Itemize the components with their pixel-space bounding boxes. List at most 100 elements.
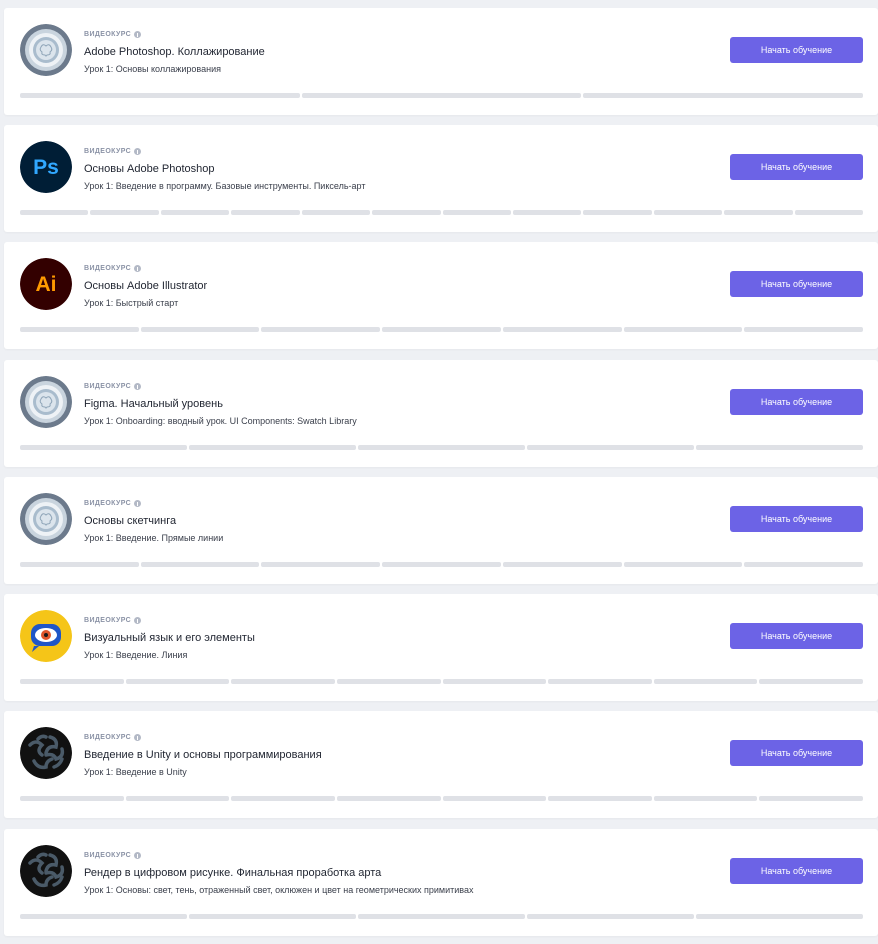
course-title[interactable]: Введение в Unity и основы программирован… [84,748,698,762]
course-title[interactable]: Визуальный язык и его элементы [84,631,698,645]
illustrator-icon-text: Ai [36,273,57,296]
course-type-label: ВИДЕОКУРС [84,30,132,38]
progress-segment [623,562,743,567]
progress-segment [382,327,501,332]
progress-segment [527,445,694,450]
progress-segment [759,679,863,684]
lesson-label: Урок 1: Основы коллажирования [84,64,221,74]
progress-segment [20,796,124,801]
progress-segment [231,679,335,684]
course-type-label: ВИДЕОКУРС [84,616,132,624]
progress-segment [160,210,230,215]
progress-segment [512,210,582,215]
info-icon[interactable] [134,733,142,741]
lesson-progress-bar [20,796,863,801]
progress-segment [623,327,743,332]
lesson-progress-bar [20,914,863,919]
course-card: ВИДЕОКУРС Figma. Начальный уровень Урок … [4,360,878,467]
progress-segment [231,210,300,215]
info-icon[interactable] [134,851,142,859]
default-course-icon [20,376,72,428]
lesson-progress-bar [20,93,864,98]
photoshop-icon-text: Ps [33,156,59,179]
progress-segment [261,562,381,567]
progress-segment [583,210,652,215]
progress-segment [442,679,547,684]
progress-segment [189,914,356,919]
progress-segment [90,210,159,215]
lesson-label: Урок 1: Введение в программу. Базовые ин… [84,181,366,191]
course-card: ВИДЕОКУРС Adobe Photoshop. Коллажировани… [4,8,878,115]
course-type-label: ВИДЕОКУРС [84,499,132,507]
progress-segment [20,210,89,215]
progress-segment [336,679,441,684]
start-learning-button[interactable]: Начать обучение [730,740,863,766]
progress-segment [653,679,758,684]
course-title[interactable]: Figma. Начальный уровень [84,397,698,411]
course-card: ВИДЕОКУРС Основы скетчинга Урок 1: Введе… [4,477,878,584]
progress-segment [20,445,187,450]
photoshop-icon: Ps [20,141,72,193]
progress-segment [261,327,381,332]
progress-segment [653,796,758,801]
course-title[interactable]: Основы Adobe Illustrator [84,279,698,293]
info-icon[interactable] [134,382,142,390]
start-learning-button[interactable]: Начать обучение [730,389,863,415]
start-learning-button[interactable]: Начать обучение [730,506,863,532]
progress-segment [744,327,864,332]
default-course-icon [20,493,72,545]
progress-segment [442,210,511,215]
progress-segment [20,562,139,567]
progress-segment [358,914,525,919]
progress-segment [358,445,525,450]
course-card: Ps ВИДЕОКУРС Основы Adobe Photoshop Урок… [4,125,878,232]
progress-segment [140,562,260,567]
start-learning-button[interactable]: Начать обучение [730,623,863,649]
start-learning-button[interactable]: Начать обучение [730,271,863,297]
info-icon[interactable] [134,30,142,38]
start-learning-button[interactable]: Начать обучение [730,154,863,180]
course-card: Ai ВИДЕОКУРС Основы Adobe Illustrator Ур… [4,242,878,349]
course-title[interactable]: Рендер в цифровом рисунке. Финальная про… [84,866,698,880]
info-icon[interactable] [134,616,142,624]
progress-segment [20,914,187,919]
progress-segment [653,210,723,215]
progress-segment [696,914,863,919]
start-learning-button[interactable]: Начать обучение [730,37,863,63]
progress-segment [189,445,356,450]
course-type-label: ВИДЕОКУРС [84,733,132,741]
start-learning-button[interactable]: Начать обучение [730,858,863,884]
course-card: ВИДЕОКУРС Рендер в цифровом рисунке. Фин… [4,829,878,936]
lesson-label: Урок 1: Быстрый старт [84,298,179,308]
progress-segment [548,796,652,801]
progress-segment [125,679,230,684]
progress-segment [382,562,501,567]
progress-segment [744,562,864,567]
progress-segment [583,93,864,98]
course-type-label: ВИДЕОКУРС [84,851,132,859]
illustrator-icon: Ai [20,258,72,310]
course-type-label: ВИДЕОКУРС [84,382,132,390]
info-icon[interactable] [134,147,142,155]
progress-segment [301,93,582,98]
progress-segment [724,210,793,215]
info-icon[interactable] [134,264,142,272]
progress-segment [442,796,547,801]
progress-segment [20,93,300,98]
lesson-label: Урок 1: Введение в Unity [84,767,187,777]
lesson-label: Урок 1: Введение. Линия [84,650,188,660]
progress-segment [502,562,622,567]
progress-segment [336,796,441,801]
course-title[interactable]: Основы Adobe Photoshop [84,162,698,176]
info-icon[interactable] [134,499,142,507]
brain-icon [20,727,72,779]
progress-segment [548,679,652,684]
course-title[interactable]: Основы скетчинга [84,514,698,528]
course-type-label: ВИДЕОКУРС [84,264,132,272]
lesson-progress-bar [20,679,863,684]
course-title[interactable]: Adobe Photoshop. Коллажирование [84,45,698,59]
lesson-label: Урок 1: Основы: свет, тень, отраженный с… [84,885,474,895]
progress-segment [696,445,863,450]
progress-segment [140,327,260,332]
progress-segment [231,796,335,801]
